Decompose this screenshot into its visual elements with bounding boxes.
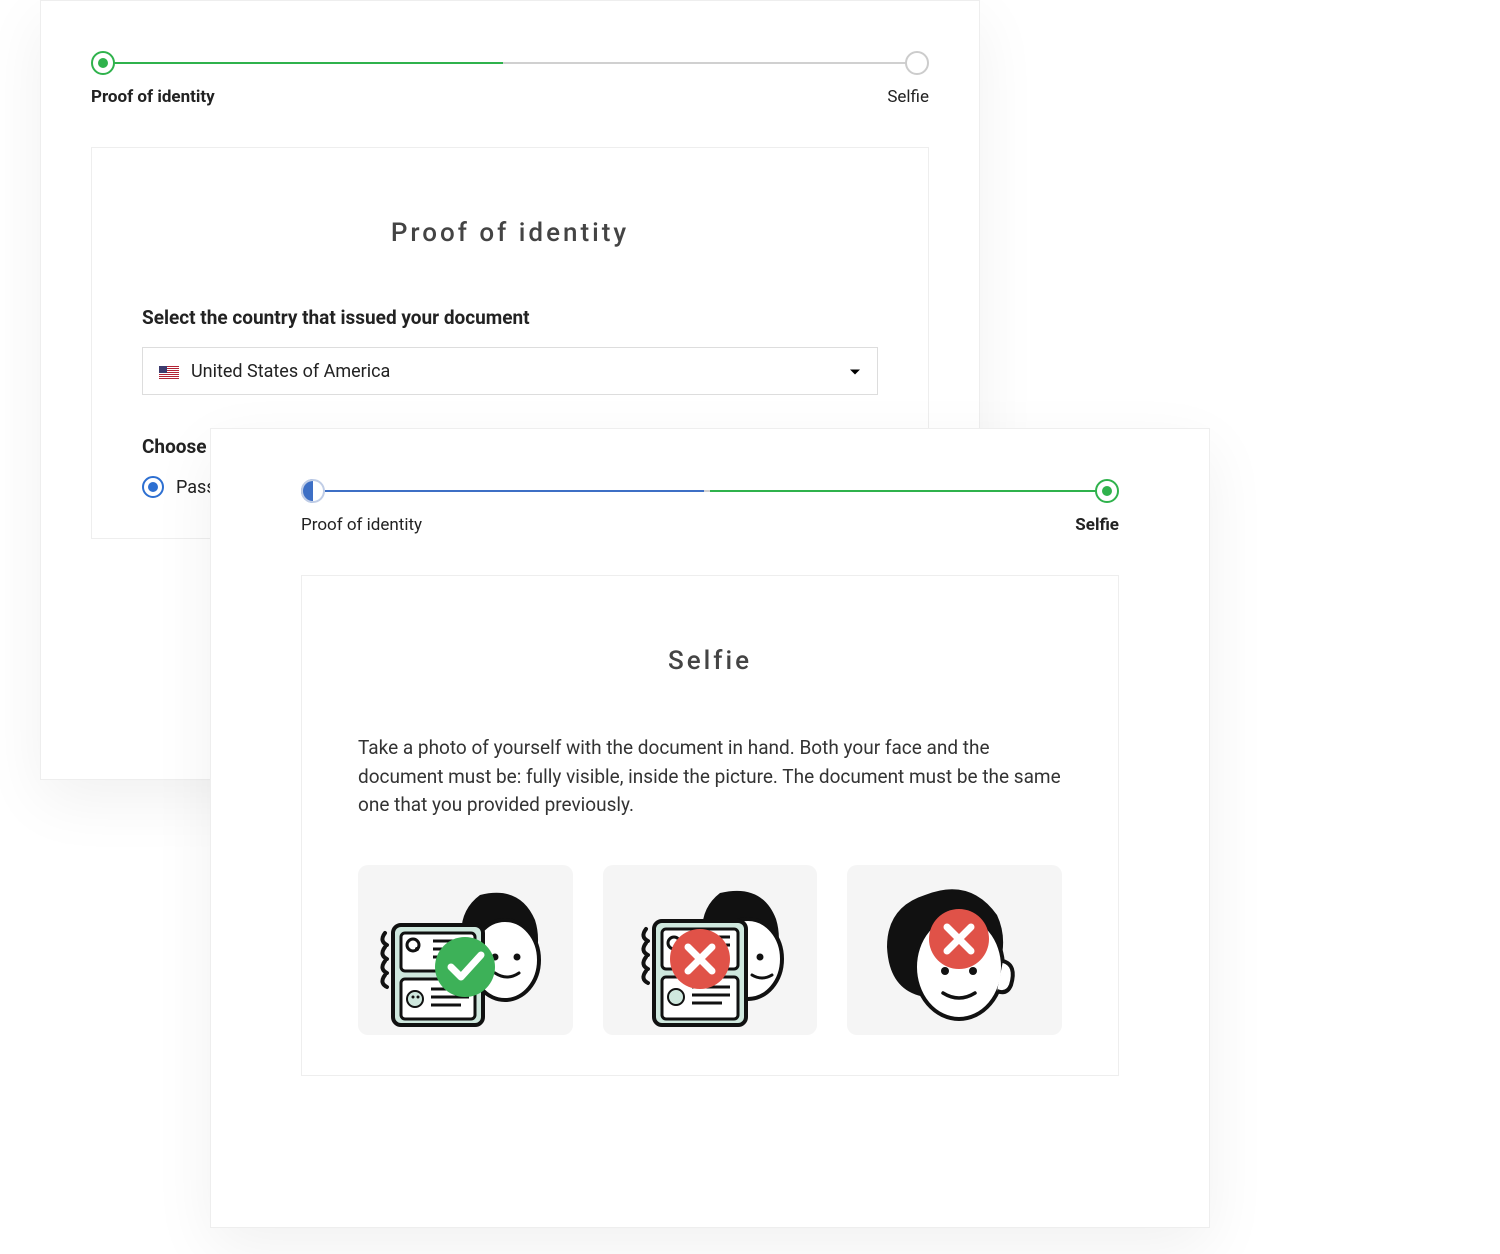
progress-bar [91,51,929,75]
page-title: Proof of identity [142,218,878,248]
example-no-document [847,865,1062,1035]
example-doc-covers-face [603,865,818,1035]
progress-labels: Proof of identity Selfie [301,515,1119,535]
progress-fill [101,62,503,64]
chevron-down-icon [849,361,861,382]
page-title: Selfie [358,646,1062,676]
progress-label-identity: Proof of identity [91,87,215,107]
example-correct [358,865,573,1035]
progress-bar [301,479,1119,503]
selfie-good-illustration [365,865,565,1035]
progress-labels: Proof of identity Selfie [91,87,929,107]
flag-icon [159,364,179,378]
selfie-examples [358,865,1062,1035]
progress-label-selfie: Selfie [887,87,929,107]
radio-icon [142,476,164,498]
check-icon [435,937,495,997]
country-label: Select the country that issued your docu… [142,306,878,329]
cross-icon [929,909,989,969]
selfie-panel: Proof of identity Selfie Selfie Take a p… [210,428,1210,1228]
country-select[interactable]: United States of America [142,347,878,395]
progress-node-identity[interactable] [91,51,115,75]
progress-label-selfie: Selfie [1075,515,1119,535]
progress-fill-left [311,490,704,492]
selfie-card: Selfie Take a photo of yourself with the… [301,575,1119,1076]
country-value: United States of America [191,361,390,382]
progress-node-selfie[interactable] [905,51,929,75]
cross-icon [670,929,730,989]
selfie-instructions: Take a photo of yourself with the docume… [358,734,1062,820]
progress-fill-right [710,490,1109,492]
progress-label-identity: Proof of identity [301,515,422,535]
selfie-nodoc-illustration [855,865,1055,1035]
progress-node-identity[interactable] [301,479,325,503]
progress-node-selfie[interactable] [1095,479,1119,503]
selfie-covered-illustration [610,865,810,1035]
